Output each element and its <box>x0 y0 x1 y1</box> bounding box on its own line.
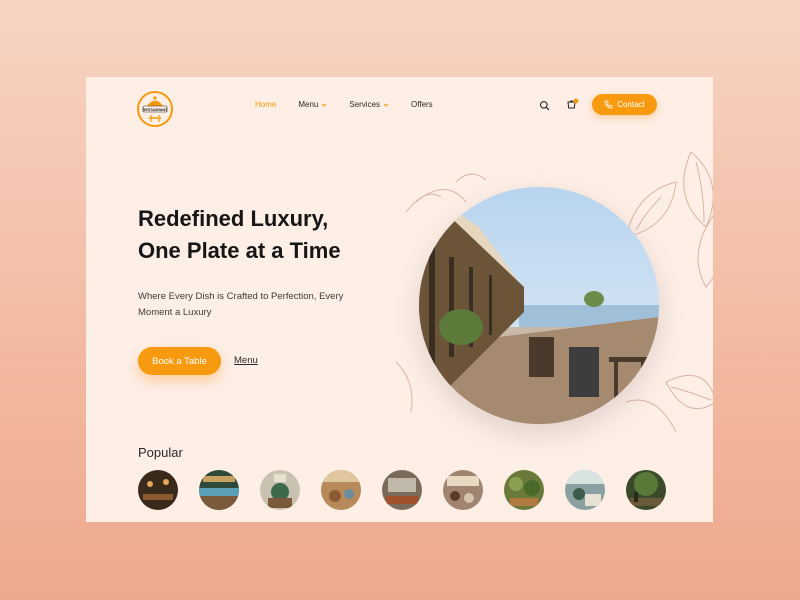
main-nav: Home Menu Services Offers <box>255 100 455 109</box>
popular-item-image[interactable] <box>504 470 544 510</box>
nav-item-menu[interactable]: Menu <box>298 100 327 109</box>
popular-item-image[interactable] <box>626 470 666 510</box>
popular-item-image[interactable] <box>565 470 605 510</box>
nav-item-offers[interactable]: Offers <box>411 100 433 109</box>
popular-heading: Popular <box>138 445 183 460</box>
hero-subtitle: Where Every Dish is Crafted to Perfectio… <box>138 291 344 318</box>
popular-thumbnails <box>138 470 666 510</box>
chevron-down-icon <box>322 103 327 107</box>
hero-title: Redefined Luxury, One Plate at a Time <box>138 206 341 263</box>
nav-item-home[interactable]: Home <box>255 100 276 109</box>
popular-item-image[interactable] <box>382 470 422 510</box>
popular-item-image[interactable] <box>321 470 361 510</box>
page-card: RESTAURANT Home Menu Services Offers Con… <box>86 77 713 522</box>
restaurant-logo[interactable]: RESTAURANT <box>134 89 176 127</box>
restaurant-terrace-image <box>419 187 659 424</box>
book-table-button[interactable]: Book a Table <box>138 347 221 375</box>
phone-icon <box>604 100 613 109</box>
popular-item-image[interactable] <box>443 470 483 510</box>
svg-text:RESTAURANT: RESTAURANT <box>143 108 168 112</box>
popular-item-image[interactable] <box>199 470 239 510</box>
nav-item-services[interactable]: Services <box>349 100 389 109</box>
contact-button[interactable]: Contact <box>592 94 657 115</box>
search-icon[interactable] <box>539 100 550 111</box>
popular-item-image[interactable] <box>138 470 178 510</box>
chevron-down-icon <box>383 103 389 107</box>
cart-icon[interactable] <box>566 98 579 111</box>
menu-link[interactable]: Menu <box>234 355 258 366</box>
popular-item-image[interactable] <box>260 470 300 510</box>
